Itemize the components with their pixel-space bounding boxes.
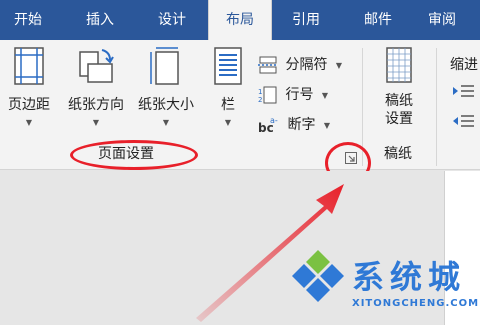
manuscript-group-label: 稿纸: [384, 146, 412, 162]
tab-design[interactable]: 设计: [144, 0, 200, 40]
columns-button[interactable]: 栏 ▼: [206, 46, 250, 127]
ribbon-tab-bar: 开始 插入 设计 布局 引用 邮件 审阅: [0, 0, 480, 40]
manuscript-icon: [386, 47, 412, 83]
annotation-ellipse: [70, 140, 198, 170]
hyphenation-icon: bc a-: [258, 116, 278, 134]
watermark: 系统城 XITONGCHENG.COM: [282, 248, 478, 318]
manuscript-label-line2: 设置: [385, 111, 413, 127]
tab-review[interactable]: 审阅: [414, 0, 470, 40]
margins-icon: [14, 47, 44, 85]
orientation-icon: [79, 49, 114, 83]
chevron-down-icon: ▼: [323, 120, 331, 130]
chevron-down-icon: ▼: [92, 118, 100, 127]
manuscript-label-line1: 稿纸: [385, 93, 413, 109]
tab-layout[interactable]: 布局: [208, 0, 272, 40]
size-button[interactable]: 纸张大小 ▼: [134, 46, 198, 127]
manuscript-settings-button[interactable]: 稿纸 设置: [374, 46, 424, 128]
columns-label: 栏: [221, 97, 235, 113]
line-numbers-label: 行号: [285, 87, 314, 103]
chevron-down-icon: ▼: [25, 118, 33, 127]
tab-home[interactable]: 开始: [0, 0, 56, 40]
indent-right-icon[interactable]: [452, 114, 474, 128]
breaks-button[interactable]: 分隔符 ▼: [258, 54, 342, 74]
margins-label: 页边距: [8, 97, 50, 113]
chevron-down-icon: ▼: [224, 118, 232, 127]
watermark-subtitle: XITONGCHENG.COM: [352, 298, 480, 309]
group-separator: [436, 48, 437, 166]
indent-left-icon[interactable]: [452, 84, 474, 98]
xitongcheng-logo-icon: [292, 250, 344, 302]
hyphenation-label: 断字: [287, 117, 316, 133]
svg-text:1: 1: [258, 88, 262, 96]
chevron-down-icon: ▼: [162, 118, 170, 127]
svg-text:2: 2: [258, 96, 262, 104]
margins-button[interactable]: 页边距 ▼: [0, 46, 58, 127]
watermark-title: 系统城: [352, 258, 467, 296]
page-size-icon: [150, 47, 179, 85]
tab-insert[interactable]: 插入: [72, 0, 128, 40]
tab-mailings[interactable]: 邮件: [350, 0, 406, 40]
line-numbers-button[interactable]: 1 2 行号 ▼: [258, 84, 328, 104]
manuscript-label: 稿纸 设置: [374, 92, 424, 128]
orientation-label: 纸张方向: [68, 97, 124, 113]
size-label: 纸张大小: [138, 97, 194, 113]
svg-text:a-: a-: [270, 116, 278, 125]
indent-label: 缩进: [450, 57, 478, 73]
chevron-down-icon: ▼: [321, 90, 329, 100]
hyphenation-button[interactable]: bc a- 断字 ▼: [258, 114, 330, 134]
breaks-icon: [258, 56, 278, 74]
line-numbers-icon: 1 2: [258, 86, 277, 104]
chevron-down-icon: ▼: [335, 60, 343, 70]
orientation-button[interactable]: 纸张方向 ▼: [64, 46, 128, 127]
breaks-label: 分隔符: [285, 57, 328, 73]
columns-icon: [214, 47, 242, 85]
tab-references[interactable]: 引用: [278, 0, 334, 40]
